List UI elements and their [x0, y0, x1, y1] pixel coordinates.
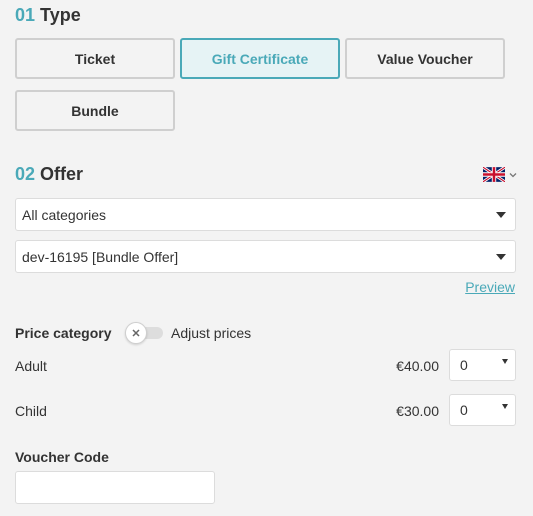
type-option-bundle[interactable]: Bundle — [15, 90, 175, 131]
type-option-label: Gift Certificate — [211, 50, 309, 67]
offer-section-number: 02 — [15, 164, 36, 184]
toggle-knob — [125, 322, 147, 344]
quantity-select-child[interactable]: 0 — [449, 394, 516, 426]
offer-section-title: 02 Offer — [15, 164, 83, 185]
price-category-heading: Price category — [15, 325, 112, 341]
type-section-title: 01 Type — [15, 5, 81, 26]
chevron-down-icon — [509, 172, 517, 177]
type-option-ticket[interactable]: Ticket — [15, 38, 175, 79]
voucher-code-input[interactable] — [15, 471, 215, 504]
dropdown-caret-icon — [496, 253, 506, 260]
offer-section-label: Offer — [40, 164, 84, 184]
dropdown-caret-icon — [496, 211, 506, 218]
type-option-value-voucher[interactable]: Value Voucher — [345, 38, 505, 79]
type-option-label: Value Voucher — [377, 50, 473, 67]
type-option-label: Bundle — [71, 102, 119, 119]
quantity-value: 0 — [460, 357, 468, 373]
price-row-price-adult: €40.00 — [396, 358, 439, 374]
quantity-value: 0 — [460, 402, 468, 418]
category-select[interactable]: All categories — [15, 198, 516, 231]
dropdown-caret-icon — [502, 404, 508, 409]
offer-select[interactable]: dev-16195 [Bundle Offer] — [15, 240, 516, 273]
preview-link[interactable]: Preview — [465, 279, 515, 295]
category-select-value: All categories — [22, 206, 107, 223]
price-row-name-adult: Adult — [15, 358, 47, 374]
type-section-label: Type — [40, 5, 81, 25]
language-selector[interactable] — [483, 167, 518, 182]
price-row-name-child: Child — [15, 403, 47, 419]
price-row-price-child: €30.00 — [396, 403, 439, 419]
type-option-label: Ticket — [74, 50, 116, 67]
type-option-gift-certificate[interactable]: Gift Certificate — [180, 38, 340, 79]
offer-select-value: dev-16195 [Bundle Offer] — [22, 248, 179, 265]
adjust-prices-toggle[interactable] — [125, 322, 163, 344]
type-section-number: 01 — [15, 5, 36, 25]
adjust-prices-label: Adjust prices — [171, 325, 252, 341]
uk-flag-icon — [483, 167, 505, 182]
close-icon — [132, 329, 140, 337]
dropdown-caret-icon — [502, 359, 508, 364]
quantity-select-adult[interactable]: 0 — [449, 349, 516, 381]
voucher-code-label: Voucher Code — [15, 449, 109, 465]
